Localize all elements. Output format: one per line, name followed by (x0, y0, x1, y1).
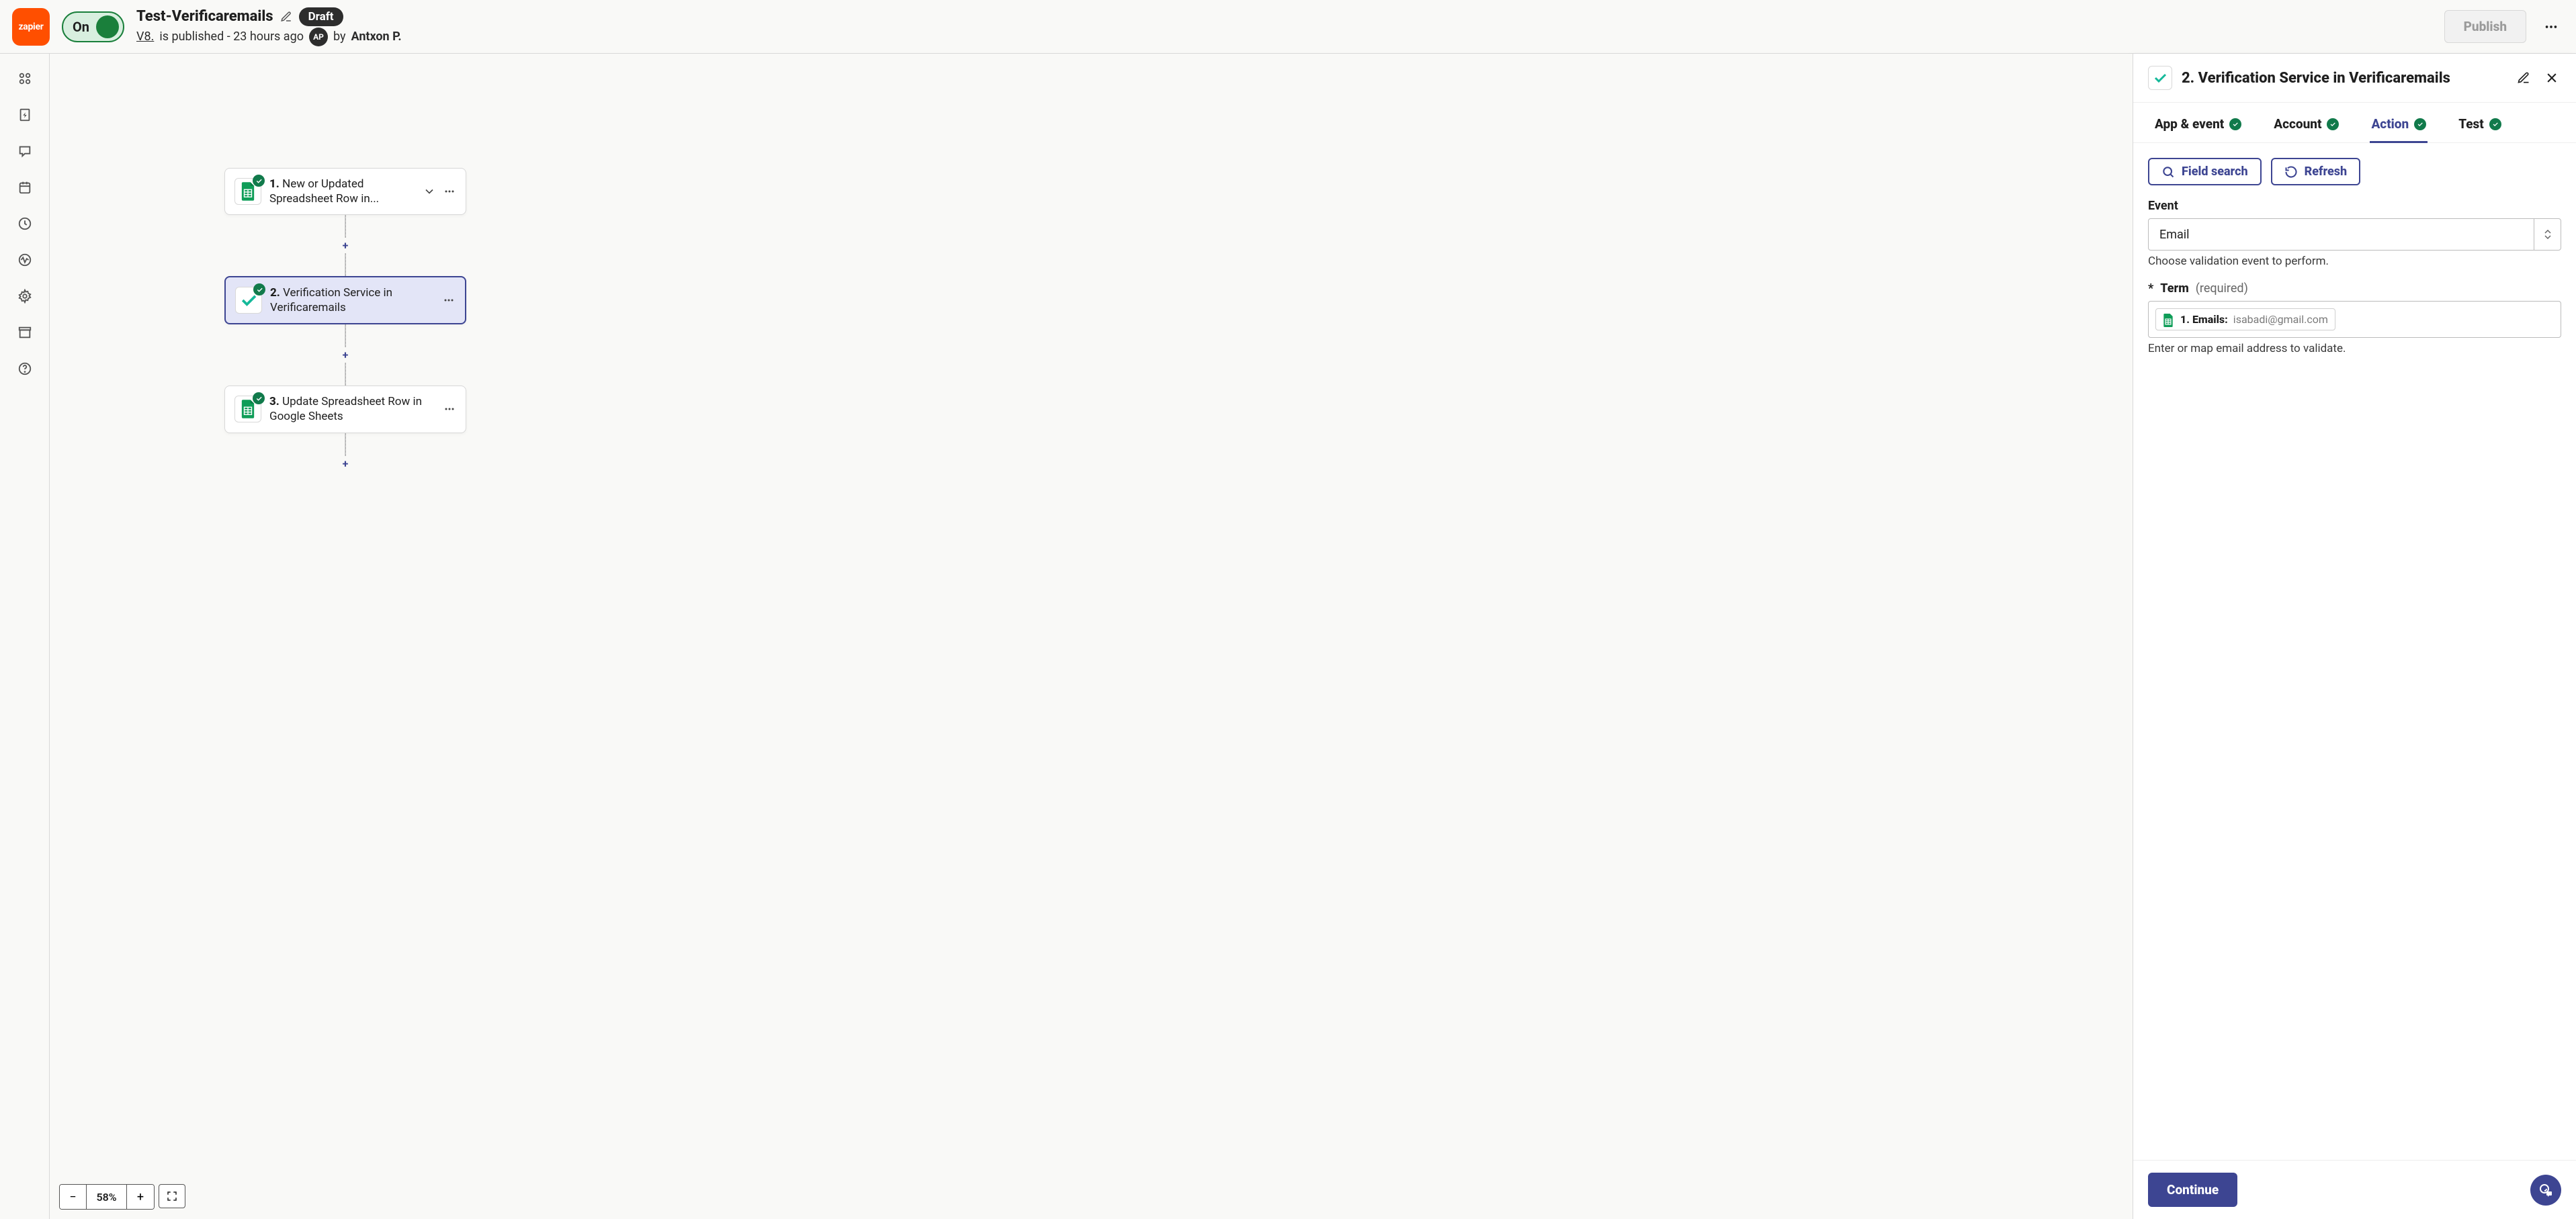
panel-title: 2. Verification Service in Verificaremai… (2182, 70, 2505, 87)
term-label: Term (2160, 281, 2188, 296)
term-hint: Enter or map email address to validate. (2148, 342, 2561, 355)
event-field: Event Email Choose validation event to p… (2148, 199, 2561, 268)
by-text: by (333, 30, 346, 44)
step-more-icon[interactable] (443, 185, 456, 198)
close-panel-icon[interactable] (2542, 69, 2561, 87)
tab-test[interactable]: Test (2457, 109, 2503, 142)
event-label: Event (2148, 199, 2561, 213)
step-more-icon[interactable] (442, 294, 456, 307)
left-rail (0, 54, 50, 1219)
toggle-knob (96, 15, 119, 38)
google-sheets-icon (234, 396, 261, 422)
mapped-field-pill[interactable]: 1. Emails: isabadi@gmail.com (2155, 308, 2335, 330)
term-field: * Term (required) 1. Emails: isabadi@gma… (2148, 281, 2561, 355)
activity-icon[interactable] (16, 251, 34, 269)
pill-key: 1. Emails: (2180, 313, 2228, 326)
chevron-down-icon[interactable] (423, 185, 436, 198)
zoom-controls: − 58% + (59, 1184, 185, 1210)
select-stepper-icon[interactable] (2534, 219, 2561, 250)
clock-icon[interactable] (16, 215, 34, 232)
panel-tabs: App & event Account Action Test (2133, 103, 2576, 143)
zoom-out-button[interactable]: − (60, 1185, 87, 1209)
zoom-value: 58% (87, 1185, 127, 1209)
tab-check-icon (2327, 118, 2339, 130)
continue-button[interactable]: Continue (2148, 1173, 2237, 1207)
top-more-icon[interactable] (2538, 14, 2564, 40)
logo-text: zapier (18, 21, 43, 32)
archive-icon[interactable] (16, 324, 34, 341)
flow: 1. New or Updated Spreadsheet Row in... … (224, 168, 466, 471)
top-bar: zapier On Test-Verificaremails Draft V8.… (0, 0, 2576, 54)
tab-action[interactable]: Action (2370, 109, 2428, 142)
google-sheets-icon (234, 178, 261, 205)
add-step-button[interactable]: + (343, 456, 349, 471)
zap-title: Test-Verificaremails (136, 8, 273, 25)
step-status-check-icon (253, 175, 265, 187)
refresh-button[interactable]: Refresh (2271, 158, 2361, 185)
step-label: 1. New or Updated Spreadsheet Row in... (269, 177, 415, 206)
required-star: * (2148, 281, 2153, 296)
event-select[interactable]: Email (2148, 218, 2561, 251)
step-status-check-icon (253, 392, 265, 404)
verificaremails-icon (2148, 66, 2172, 90)
add-step-button[interactable]: + (343, 238, 349, 253)
tab-check-icon (2489, 118, 2501, 130)
zap-on-toggle[interactable]: On (62, 11, 124, 42)
author-avatar: AP (309, 28, 328, 46)
help-fab-icon[interactable] (2530, 1175, 2561, 1206)
help-icon[interactable] (16, 360, 34, 377)
field-search-button[interactable]: Field search (2148, 158, 2262, 185)
step-card-2[interactable]: 2. Verification Service in Verificaremai… (224, 276, 466, 324)
canvas[interactable]: 1. New or Updated Spreadsheet Row in... … (50, 54, 2133, 1219)
zoom-in-button[interactable]: + (127, 1185, 154, 1209)
fit-screen-button[interactable] (159, 1184, 185, 1208)
step-card-1[interactable]: 1. New or Updated Spreadsheet Row in... (224, 168, 466, 215)
rename-step-icon[interactable] (2514, 69, 2533, 87)
step-label: 2. Verification Service in Verificaremai… (270, 285, 434, 315)
tab-app-event[interactable]: App & event (2153, 109, 2243, 142)
edit-title-icon[interactable] (280, 11, 292, 23)
term-input[interactable]: 1. Emails: isabadi@gmail.com (2148, 301, 2561, 338)
calendar-icon[interactable] (16, 179, 34, 196)
version-link[interactable]: V8. (136, 30, 154, 44)
step-card-3[interactable]: 3. Update Spreadsheet Row in Google Shee… (224, 386, 466, 433)
pill-value: isabadi@gmail.com (2233, 313, 2328, 326)
tab-account[interactable]: Account (2272, 109, 2340, 142)
google-sheets-icon (2163, 314, 2175, 326)
settings-icon[interactable] (16, 287, 34, 305)
toggle-label: On (73, 19, 89, 35)
title-block: Test-Verificaremails Draft V8. is publis… (136, 7, 402, 46)
author-name: Antxon P. (351, 30, 402, 44)
chat-icon[interactable] (16, 142, 34, 160)
required-tag: (required) (2196, 281, 2248, 296)
step-editor-panel: 2. Verification Service in Verificaremai… (2133, 54, 2576, 1219)
verificaremails-icon (235, 287, 262, 314)
step-more-icon[interactable] (443, 402, 456, 416)
add-step-button[interactable]: + (343, 347, 349, 363)
step-label: 3. Update Spreadsheet Row in Google Shee… (269, 394, 435, 424)
event-hint: Choose validation event to perform. (2148, 255, 2561, 268)
event-value: Email (2149, 228, 2534, 242)
status-text: is published - 23 hours ago (159, 30, 304, 44)
draft-badge: Draft (299, 7, 343, 26)
tab-check-icon (2229, 118, 2241, 130)
zapier-logo[interactable]: zapier (12, 8, 50, 46)
zap-icon[interactable] (16, 106, 34, 124)
tab-check-icon (2414, 118, 2426, 130)
apps-icon[interactable] (16, 70, 34, 87)
publish-button[interactable]: Publish (2444, 10, 2526, 43)
step-status-check-icon (253, 283, 265, 296)
